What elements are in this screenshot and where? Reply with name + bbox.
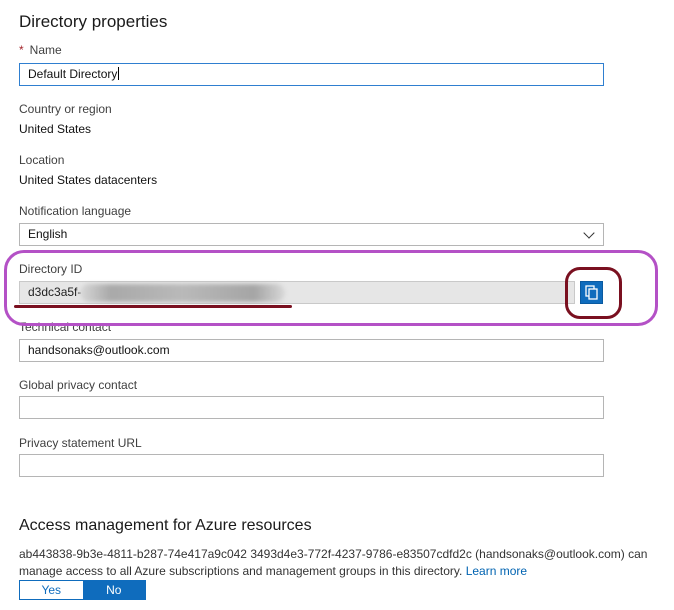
- privacy-statement-url-label: Privacy statement URL: [19, 436, 142, 450]
- access-toggle[interactable]: Yes No: [19, 580, 146, 600]
- name-input-value: Default Directory: [28, 67, 118, 81]
- access-management-description: ab443838-9b3e-4811-b287-74e417a9c042 349…: [19, 546, 659, 580]
- highlight-ellipse: [4, 250, 658, 326]
- required-mark: *: [19, 43, 24, 57]
- notification-language-label: Notification language: [19, 204, 132, 218]
- page-title: Directory properties: [19, 12, 168, 31]
- technical-contact-value: handsonaks@outlook.com: [28, 343, 170, 357]
- access-management-title: Access management for Azure resources: [19, 517, 312, 534]
- access-description-text: ab443838-9b3e-4811-b287-74e417a9c042 349…: [19, 547, 648, 578]
- location-label: Location: [19, 153, 65, 167]
- text-caret: [118, 67, 120, 80]
- toggle-no-option[interactable]: No: [82, 581, 145, 599]
- directory-id-underline: [14, 305, 292, 308]
- toggle-yes-option[interactable]: Yes: [20, 581, 83, 599]
- technical-contact-input[interactable]: handsonaks@outlook.com: [19, 339, 604, 362]
- name-label: * Name: [19, 43, 62, 57]
- notification-language-value: English: [28, 227, 68, 241]
- global-privacy-contact-input[interactable]: [19, 396, 604, 419]
- notification-language-select[interactable]: English: [19, 223, 604, 246]
- country-label: Country or region: [19, 102, 112, 116]
- copy-button-highlight: [565, 267, 622, 319]
- privacy-statement-url-input[interactable]: [19, 454, 604, 477]
- location-value: United States datacenters: [19, 173, 158, 187]
- learn-more-link[interactable]: Learn more: [466, 564, 527, 578]
- global-privacy-contact-label: Global privacy contact: [19, 378, 138, 392]
- name-label-text: Name: [29, 43, 62, 57]
- name-input[interactable]: Default Directory: [19, 63, 604, 86]
- chevron-down-icon: [583, 227, 595, 239]
- country-value: United States: [19, 122, 92, 136]
